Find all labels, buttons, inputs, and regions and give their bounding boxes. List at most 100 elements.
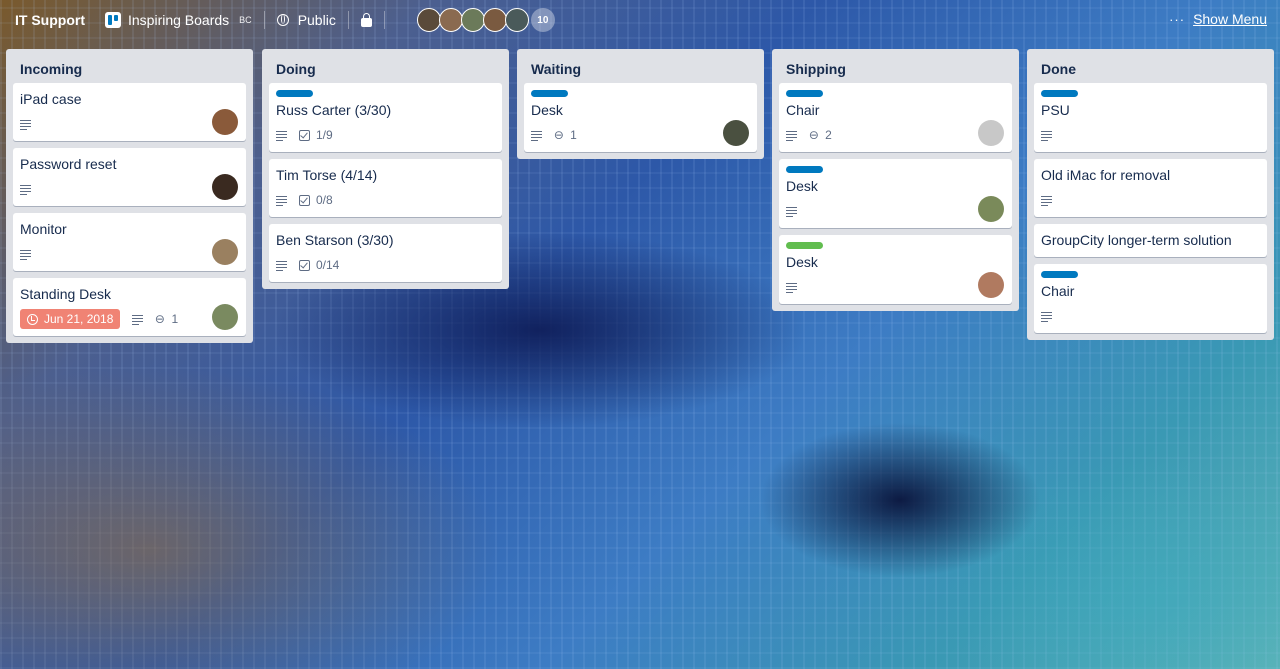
card[interactable]: Ben Starson (3/30) 0/14 xyxy=(269,224,502,282)
card-title: Password reset xyxy=(20,156,117,172)
description-icon xyxy=(20,184,31,195)
description-icon xyxy=(276,130,287,141)
member-avatar[interactable] xyxy=(460,8,485,32)
list-title[interactable]: Done xyxy=(1034,53,1267,83)
attachment-count: 2 xyxy=(825,128,832,142)
member-count-badge[interactable]: 10 xyxy=(530,8,555,32)
card-label[interactable] xyxy=(1041,271,1078,278)
card-label[interactable] xyxy=(786,242,823,249)
member-avatar[interactable] xyxy=(978,120,1004,146)
butler-button[interactable] xyxy=(360,12,372,27)
card-title: Desk xyxy=(531,102,563,118)
checklist-icon xyxy=(299,194,310,206)
card-badges: 1/9 xyxy=(276,124,494,146)
member-avatar[interactable] xyxy=(212,174,238,200)
card-title: Ben Starson (3/30) xyxy=(276,232,394,248)
checklist-count: 0/8 xyxy=(316,193,333,207)
due-date-text: Jun 21, 2018 xyxy=(44,312,114,326)
card-title: Tim Torse (4/14) xyxy=(276,167,378,183)
card-title: iPad case xyxy=(20,91,82,107)
card-label[interactable] xyxy=(1041,90,1078,97)
card[interactable]: Desk xyxy=(779,235,1012,304)
card-title: Standing Desk xyxy=(20,286,112,302)
checklist-badge: 0/14 xyxy=(299,258,339,272)
description-icon xyxy=(276,195,287,206)
board-title[interactable]: IT Support xyxy=(15,12,85,28)
attachment-badge: ⊘ 2 xyxy=(806,126,832,143)
card-badges xyxy=(1041,189,1259,211)
list-done: Done PSU Old iMac for removal GroupCity … xyxy=(1027,49,1274,340)
description-icon xyxy=(1041,311,1052,322)
paperclip-icon: ⊘ xyxy=(151,310,169,328)
card-label[interactable] xyxy=(531,90,568,97)
card-title: Desk xyxy=(786,254,818,270)
butler-icon xyxy=(360,12,372,27)
list-title[interactable]: Incoming xyxy=(13,53,246,83)
member-avatar[interactable] xyxy=(482,8,507,32)
list-waiting: Waiting Desk ⊘ 1 xyxy=(517,49,764,159)
card[interactable]: Tim Torse (4/14) 0/8 xyxy=(269,159,502,217)
description-icon xyxy=(531,130,542,141)
member-avatar[interactable] xyxy=(212,109,238,135)
card[interactable]: Desk ⊘ 1 xyxy=(524,83,757,152)
card[interactable]: Russ Carter (3/30) 1/9 xyxy=(269,83,502,152)
description-icon xyxy=(1041,195,1052,206)
attachment-badge: ⊘ 1 xyxy=(151,310,178,328)
visibility-button[interactable]: Public xyxy=(276,12,336,28)
visibility-label: Public xyxy=(297,12,336,28)
card[interactable]: Standing Desk Jun 21, 2018 ⊘ 1 xyxy=(13,278,246,336)
card-badges: 0/14 xyxy=(276,254,494,276)
member-avatar[interactable] xyxy=(504,8,529,32)
description-icon xyxy=(786,130,797,141)
checklist-badge: 1/9 xyxy=(299,128,333,142)
card[interactable]: Password reset xyxy=(13,148,246,206)
team-name: Inspiring Boards xyxy=(128,12,230,28)
paperclip-icon: ⊘ xyxy=(550,126,568,144)
member-avatar[interactable] xyxy=(212,304,238,330)
member-avatar[interactable] xyxy=(438,8,463,32)
member-avatar[interactable] xyxy=(212,239,238,265)
card-label[interactable] xyxy=(786,90,823,97)
card-title: Desk xyxy=(786,178,818,194)
team-button[interactable]: Inspiring Boards BC xyxy=(105,12,252,28)
card[interactable]: Monitor xyxy=(13,213,246,271)
board-logo-icon xyxy=(105,12,121,28)
checklist-icon xyxy=(299,129,310,141)
due-date-badge[interactable]: Jun 21, 2018 xyxy=(20,309,121,329)
card-badges xyxy=(20,243,238,265)
member-avatar[interactable] xyxy=(978,196,1004,222)
header-divider xyxy=(347,11,349,29)
member-avatar[interactable] xyxy=(416,8,441,32)
card-badges xyxy=(786,200,1004,222)
team-badge: BC xyxy=(239,15,252,25)
show-menu-button[interactable]: ··· Show Menu xyxy=(1169,11,1267,27)
card-badges xyxy=(1041,124,1259,146)
card-badges: ⊘ 2 xyxy=(786,124,1004,146)
member-avatar[interactable] xyxy=(723,120,749,146)
member-avatar[interactable] xyxy=(978,272,1004,298)
card-title: Old iMac for removal xyxy=(1041,167,1171,183)
card-title: PSU xyxy=(1041,102,1070,118)
card[interactable]: PSU xyxy=(1034,83,1267,152)
description-icon xyxy=(786,206,797,217)
card-label[interactable] xyxy=(276,90,313,97)
card[interactable]: Desk xyxy=(779,159,1012,228)
header-divider xyxy=(383,11,385,29)
list-title[interactable]: Shipping xyxy=(779,53,1012,83)
header-divider xyxy=(263,11,265,29)
card-title: GroupCity longer-term solution xyxy=(1041,232,1232,248)
list-title[interactable]: Waiting xyxy=(524,53,757,83)
checklist-icon xyxy=(299,259,310,271)
list-doing: Doing Russ Carter (3/30) 1/9 Tim Torse (… xyxy=(262,49,509,289)
list-title[interactable]: Doing xyxy=(269,53,502,83)
checklist-count: 0/14 xyxy=(316,258,340,272)
card[interactable]: iPad case xyxy=(13,83,246,141)
card-label[interactable] xyxy=(786,166,823,173)
card[interactable]: GroupCity longer-term solution xyxy=(1034,224,1267,257)
card[interactable]: Chair ⊘ 2 xyxy=(779,83,1012,152)
card[interactable]: Chair xyxy=(1034,264,1267,333)
card-badges: Jun 21, 2018 ⊘ 1 xyxy=(20,308,238,330)
checklist-count: 1/9 xyxy=(316,128,333,142)
card-badges xyxy=(1041,305,1259,327)
card[interactable]: Old iMac for removal xyxy=(1034,159,1267,217)
